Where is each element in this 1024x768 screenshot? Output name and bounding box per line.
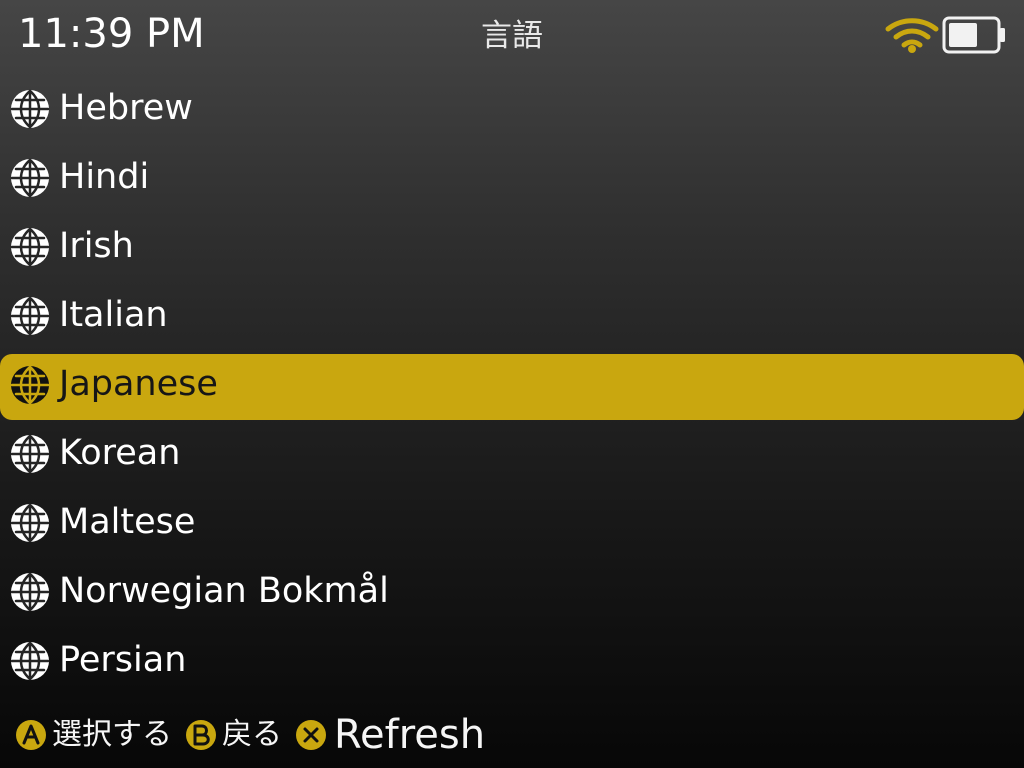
language-label: Norwegian Bokmål — [59, 571, 389, 611]
language-item-irish[interactable]: Irish — [0, 211, 1024, 280]
language-item-maltese[interactable]: Maltese — [0, 487, 1024, 556]
refresh-label: Refresh — [334, 712, 486, 758]
globe-icon — [10, 89, 50, 129]
globe-icon — [10, 227, 50, 267]
back-action[interactable]: 戻る — [184, 710, 294, 760]
language-item-hebrew[interactable]: Hebrew — [0, 73, 1024, 142]
language-list: Hebrew Hindi Irish Italian Japanese Kore… — [0, 73, 1024, 694]
language-label: Italian — [59, 295, 168, 335]
a-button-icon — [16, 720, 46, 750]
select-action[interactable]: 選択する — [14, 710, 184, 760]
globe-icon — [10, 296, 50, 336]
select-label: 選択する — [52, 717, 172, 752]
button-hints: 選択する 戻る Refresh — [14, 710, 497, 760]
language-item-italian[interactable]: Italian — [0, 280, 1024, 349]
refresh-action[interactable]: Refresh — [294, 710, 497, 760]
language-label: Japanese — [59, 364, 218, 404]
language-item-hindi[interactable]: Hindi — [0, 142, 1024, 211]
language-label: Persian — [59, 640, 187, 680]
globe-icon — [10, 641, 50, 681]
globe-icon — [10, 158, 50, 198]
status-bar: 11:39 PM 言語 — [0, 0, 1024, 72]
b-button-icon — [186, 720, 216, 750]
language-item-norwegian-bokmal[interactable]: Norwegian Bokmål — [0, 556, 1024, 625]
wifi-icon — [885, 18, 939, 53]
battery-icon — [942, 16, 1005, 54]
language-item-persian[interactable]: Persian — [0, 625, 1024, 694]
language-label: Maltese — [59, 502, 196, 542]
language-item-japanese[interactable]: Japanese — [0, 349, 1024, 420]
language-item-korean[interactable]: Korean — [0, 418, 1024, 487]
globe-icon — [10, 503, 50, 543]
globe-icon — [10, 434, 50, 474]
x-button-icon — [296, 720, 326, 750]
globe-icon — [10, 572, 50, 612]
language-label: Irish — [59, 226, 134, 266]
screen-title: 言語 — [481, 18, 543, 54]
back-label: 戻る — [222, 717, 282, 752]
globe-icon — [10, 365, 50, 405]
language-label: Hebrew — [59, 88, 193, 128]
language-label: Hindi — [59, 157, 150, 197]
language-label: Korean — [59, 433, 181, 473]
